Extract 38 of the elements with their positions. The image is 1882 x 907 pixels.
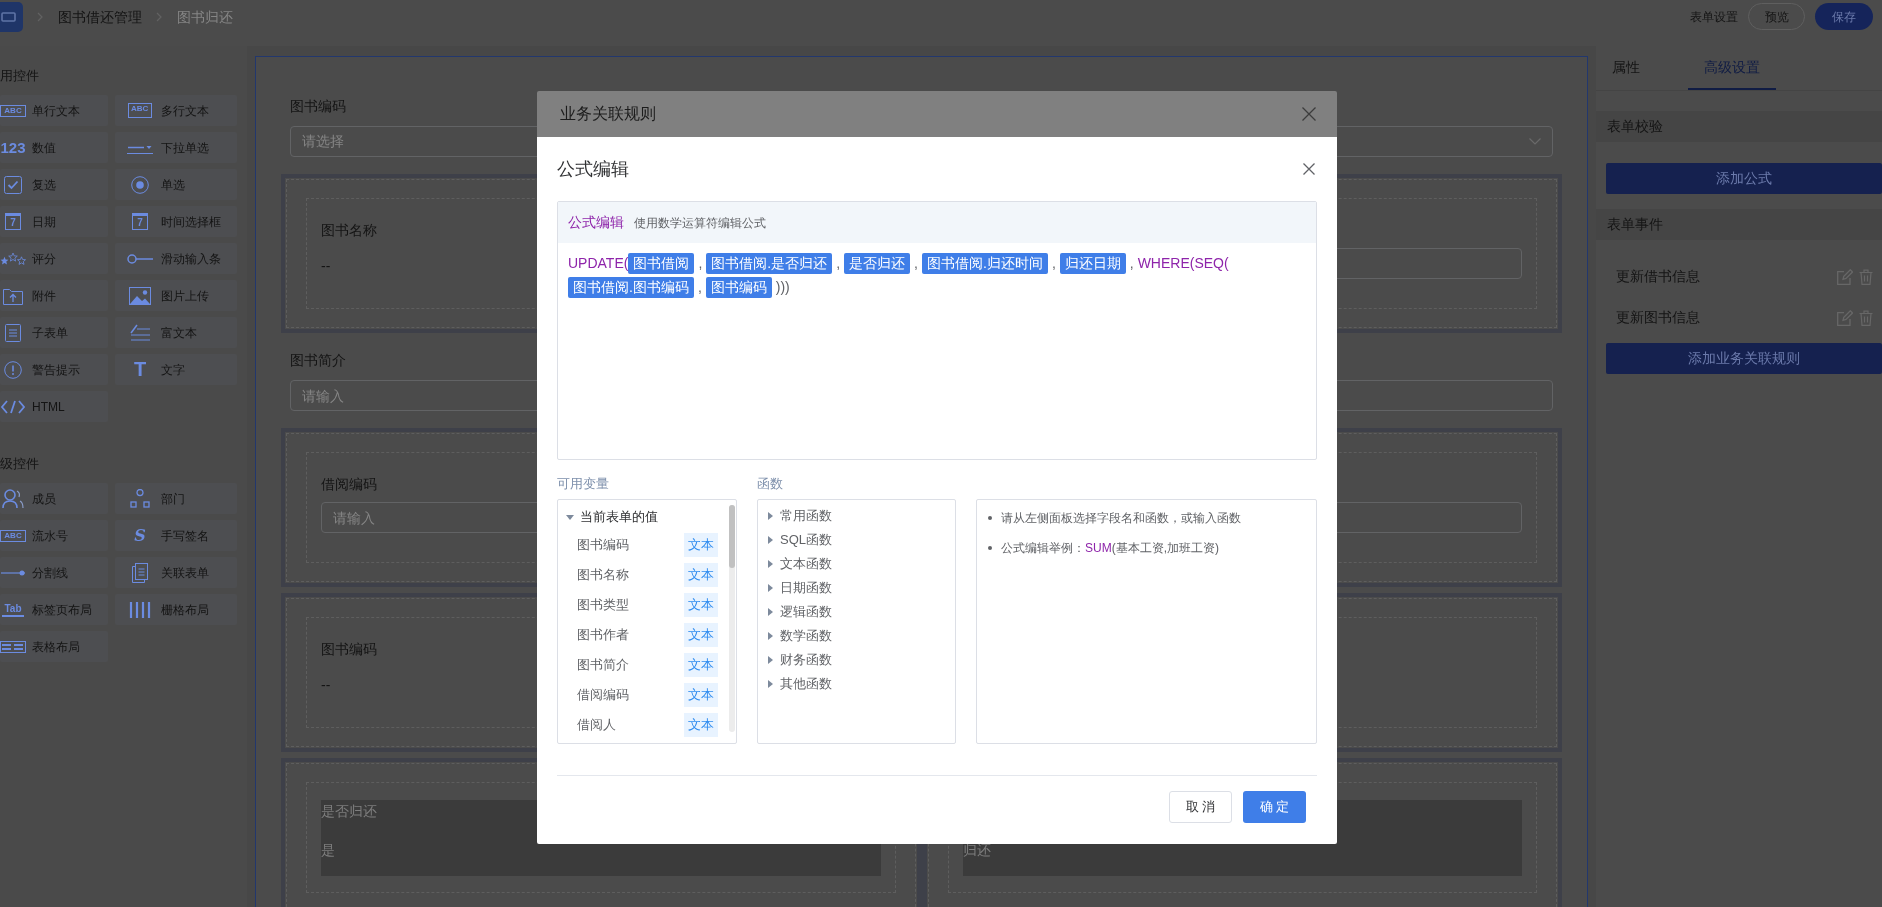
- abc-box-icon: ABC: [0, 529, 26, 542]
- formula-punctuation: ,: [697, 278, 702, 297]
- signature-icon: S: [133, 526, 147, 545]
- field-value: --: [321, 257, 331, 276]
- dialog-title: 公式编辑: [557, 157, 629, 181]
- function-name: UPDATE(: [568, 254, 629, 273]
- function-name: WHERE(SEQ(: [1137, 254, 1229, 273]
- help-text: 请从左侧面板选择字段名和函数，或输入函数: [1001, 510, 1241, 527]
- field-value: --: [321, 676, 331, 695]
- abc-box-icon: ABC: [128, 103, 152, 118]
- formula-punctuation: ,: [1129, 254, 1134, 273]
- type-tag: 文本: [684, 683, 718, 707]
- number-icon: 123: [0, 139, 27, 156]
- field-value: 是: [321, 842, 335, 858]
- calendar-icon: 7: [132, 213, 148, 230]
- formula-punctuation: ,: [1051, 254, 1056, 273]
- type-tag: 文本: [684, 563, 718, 587]
- panel-label: 函数: [757, 475, 783, 493]
- dialog-title: 业务关联规则: [560, 104, 656, 124]
- formula-punctuation: ,: [698, 254, 703, 273]
- calendar-icon: 7: [5, 213, 21, 230]
- breadcrumb-item: 图书归还: [177, 7, 233, 27]
- type-tag: 文本: [684, 593, 718, 617]
- panel-label: 可用变量: [557, 475, 609, 493]
- type-tag: 文本: [684, 533, 718, 557]
- formula-punctuation: ))): [775, 278, 790, 297]
- field-label: 是否归还: [321, 802, 377, 821]
- text-icon: T: [132, 359, 148, 380]
- formula-punctuation: ,: [836, 254, 841, 273]
- editor-title: 公式编辑: [568, 213, 624, 232]
- type-tag: 文本: [684, 623, 718, 647]
- type-tag: 文本: [684, 713, 718, 737]
- help-text: 公式编辑举例：SUM(基本工资,加班工资): [1001, 540, 1219, 557]
- field-value: 归还: [962, 842, 991, 858]
- formula-punctuation: ,: [914, 254, 918, 273]
- abc-box-icon: ABC: [0, 104, 26, 117]
- editor-hint: 使用数学运算符编辑公式: [634, 214, 766, 232]
- type-tag: 文本: [684, 653, 718, 677]
